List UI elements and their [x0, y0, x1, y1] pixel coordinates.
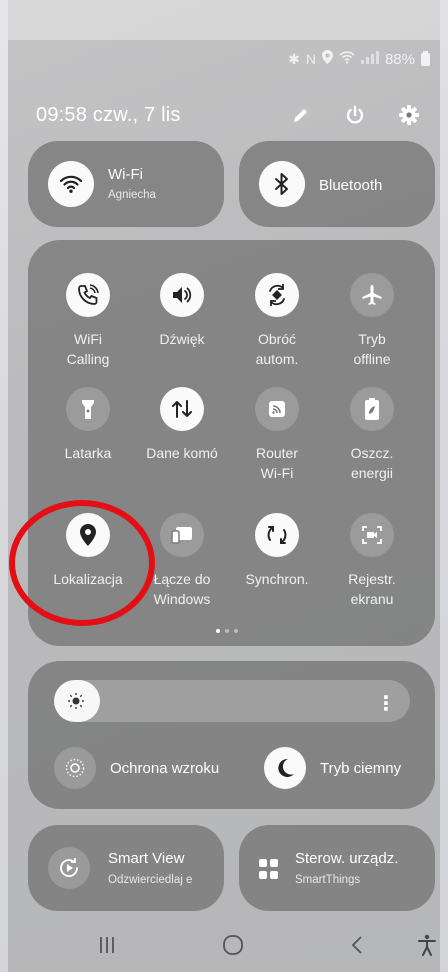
top-strip: [8, 0, 440, 40]
brightness-slider[interactable]: ⋮: [54, 680, 410, 722]
bluetooth-icon[interactable]: [259, 161, 305, 207]
tile-flashlight[interactable]: Latarka: [38, 387, 138, 463]
flashlight-icon[interactable]: [66, 387, 110, 431]
wifi-network-name: Agniecha: [108, 189, 156, 201]
wifi-calling-icon[interactable]: [66, 273, 110, 317]
mobile-data-icon[interactable]: [160, 387, 204, 431]
wifi-title: Wi-Fi: [108, 166, 143, 183]
back-icon[interactable]: [344, 932, 370, 958]
bluetooth-tile[interactable]: Bluetooth: [239, 141, 435, 227]
device-control-title: Sterow. urządz.: [295, 850, 399, 867]
page-indicator: [216, 629, 238, 633]
location-highlight-ring: [9, 500, 155, 626]
tile-screen-recorder[interactable]: Rejestr. ekranu: [322, 513, 422, 609]
recents-icon[interactable]: [94, 932, 120, 958]
device-control-tile[interactable]: Sterow. urządz. SmartThings: [239, 825, 435, 911]
wifi-calling-icon: [339, 50, 355, 68]
accessibility-icon[interactable]: [414, 932, 440, 958]
bluetooth-icon: ✱: [288, 50, 300, 67]
home-icon[interactable]: [220, 932, 246, 958]
tile-wifi-calling[interactable]: WiFi Calling: [38, 273, 138, 369]
brightness-icon: [68, 693, 84, 709]
date-time[interactable]: 09:58 czw., 7 lis: [36, 104, 181, 127]
tile-label: Rejestr. ekranu: [348, 571, 396, 607]
edit-icon[interactable]: [290, 104, 312, 126]
tile-label: Router Wi-Fi: [255, 445, 299, 481]
battery-percent: 88%: [384, 50, 415, 68]
tile-airplane-mode[interactable]: Tryb offline: [322, 273, 422, 369]
page-dot: [234, 629, 238, 633]
location-icon: [321, 50, 333, 68]
nfc-icon: N: [305, 51, 316, 67]
brightness-panel: ⋮ Ochrona wzroku Tryb ciemny: [28, 661, 435, 809]
sync-icon[interactable]: [255, 513, 299, 557]
tile-mobile-data[interactable]: Dane komó: [132, 387, 232, 463]
power-icon[interactable]: [344, 104, 366, 126]
tile-label: WiFi Calling: [66, 331, 110, 367]
quick-settings-panel: ✱ N 88% 09:58 czw., 7 lis Wi-Fi Agniecha…: [0, 0, 448, 972]
dark-mode-button[interactable]: Tryb ciemny: [264, 747, 412, 789]
dark-mode-icon[interactable]: [264, 747, 306, 789]
tile-auto-rotate[interactable]: Obróć autom.: [227, 273, 327, 369]
smart-view-icon[interactable]: [48, 847, 90, 889]
smart-view-tile[interactable]: Smart View Odzwierciedlaj e: [28, 825, 224, 911]
eye-comfort-label: Ochrona wzroku: [110, 759, 220, 777]
battery-icon: [421, 50, 430, 66]
navigation-bar: [0, 918, 448, 972]
status-bar: ✱ N 88%: [288, 50, 430, 68]
eye-comfort-icon[interactable]: [54, 747, 96, 789]
dark-mode-label: Tryb ciemny: [320, 759, 402, 777]
wifi-icon[interactable]: [48, 161, 94, 207]
device-control-subtitle: SmartThings: [295, 874, 361, 886]
panel-header: 09:58 czw., 7 lis: [36, 100, 420, 130]
bluetooth-title: Bluetooth: [319, 177, 383, 194]
sound-icon[interactable]: [160, 273, 204, 317]
brightness-more-icon[interactable]: ⋮: [376, 691, 396, 716]
tile-wifi-hotspot[interactable]: Router Wi-Fi: [227, 387, 327, 483]
tile-sync[interactable]: Synchron.: [227, 513, 327, 589]
page-dot: [216, 629, 220, 633]
auto-rotate-icon[interactable]: [255, 273, 299, 317]
tile-label: Latarka: [64, 445, 112, 461]
link-to-windows-icon[interactable]: [160, 513, 204, 557]
tile-sound[interactable]: Dźwięk: [132, 273, 232, 349]
header-actions: [290, 104, 420, 126]
airplane-icon[interactable]: [350, 273, 394, 317]
tile-label: Tryb offline: [353, 331, 391, 367]
hotspot-icon[interactable]: [255, 387, 299, 431]
tile-label: Oszcz. energii: [350, 445, 394, 481]
tile-label: Obróć autom.: [255, 331, 299, 367]
tile-power-saving[interactable]: Oszcz. energii: [322, 387, 422, 483]
tile-label: Dźwięk: [159, 331, 205, 347]
eye-comfort-button[interactable]: Ochrona wzroku: [54, 747, 222, 789]
smart-view-subtitle: Odzwierciedlaj e: [108, 874, 193, 886]
tile-label: Synchron.: [245, 571, 309, 587]
screen-recorder-icon[interactable]: [350, 513, 394, 557]
tile-label: Dane komó: [146, 445, 218, 461]
power-saving-icon[interactable]: [350, 387, 394, 431]
smart-view-title: Smart View: [108, 850, 185, 867]
signal-icon: [360, 50, 379, 68]
device-control-icon: [259, 859, 279, 879]
page-dot: [225, 629, 229, 633]
settings-icon[interactable]: [398, 104, 420, 126]
wifi-tile[interactable]: Wi-Fi Agniecha: [28, 141, 224, 227]
